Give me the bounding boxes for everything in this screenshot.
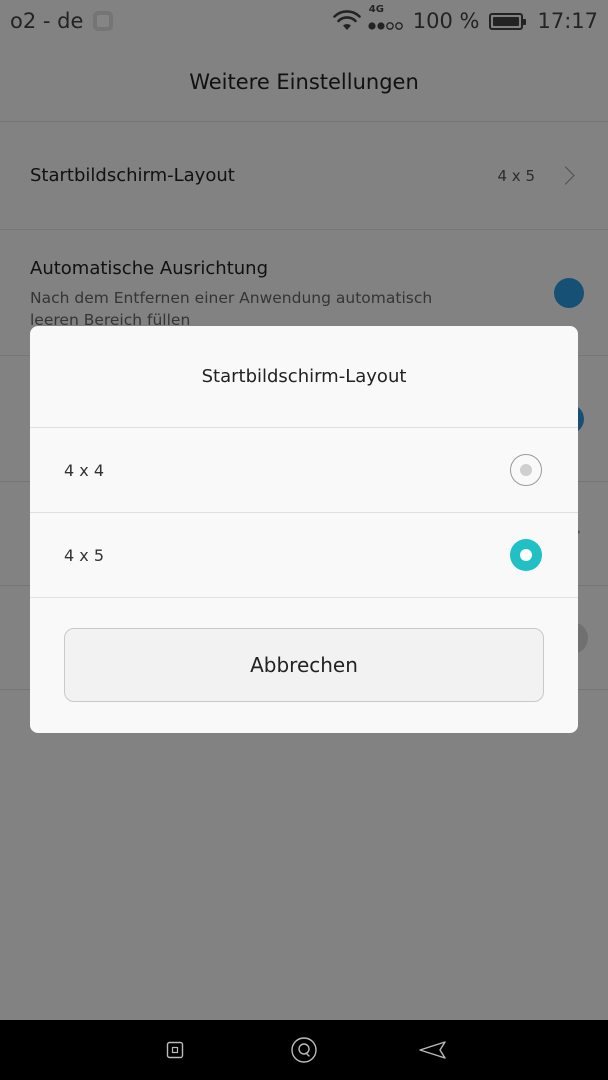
dialog-title: Startbildschirm-Layout bbox=[30, 326, 578, 428]
radio-selected-icon[interactable] bbox=[510, 539, 542, 571]
option-label: 4 x 4 bbox=[64, 460, 104, 480]
layout-dialog: Startbildschirm-Layout 4 x 4 4 x 5 Abbre… bbox=[30, 326, 578, 733]
home-button[interactable] bbox=[274, 1020, 334, 1080]
back-button[interactable] bbox=[403, 1020, 463, 1080]
back-icon bbox=[419, 1041, 447, 1059]
navigation-bar bbox=[0, 1020, 608, 1080]
home-icon bbox=[291, 1037, 317, 1063]
screen: o2 - de 4G 100 % 17:17 Weitere Einstellu… bbox=[0, 0, 608, 1080]
radio-unselected-icon[interactable] bbox=[510, 454, 542, 486]
recent-apps-icon bbox=[166, 1041, 183, 1059]
recent-apps-button[interactable] bbox=[145, 1020, 205, 1080]
option-4x4[interactable]: 4 x 4 bbox=[30, 428, 578, 513]
option-4x5[interactable]: 4 x 5 bbox=[30, 513, 578, 598]
option-label: 4 x 5 bbox=[64, 545, 104, 565]
cancel-button[interactable]: Abbrechen bbox=[64, 628, 544, 702]
